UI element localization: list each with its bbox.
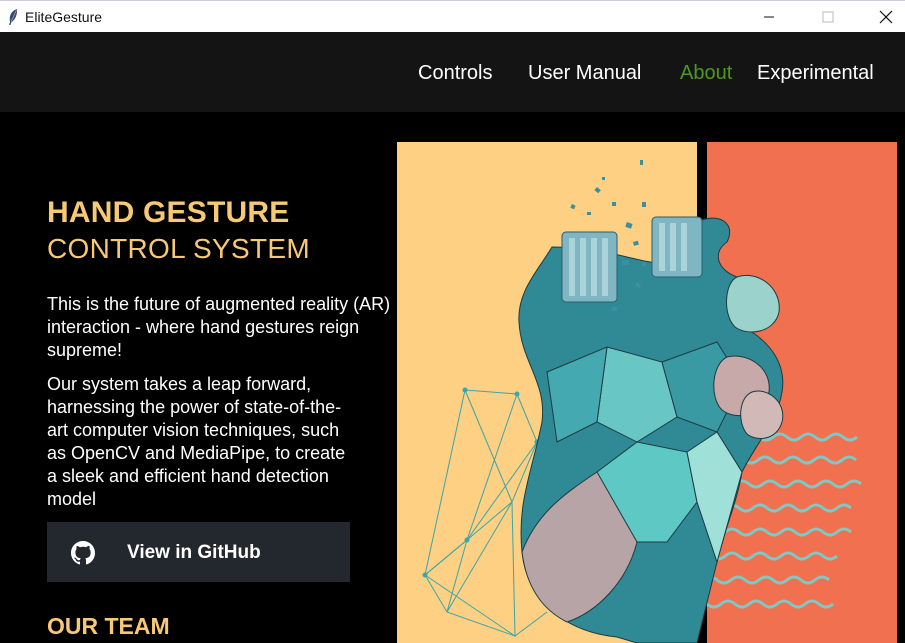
github-icon (71, 541, 95, 565)
github-button-label: View in GitHub (127, 542, 261, 563)
minimize-button[interactable] (746, 1, 792, 33)
maximize-icon (822, 11, 834, 23)
description-paragraph: Our system takes a leap forward, harness… (47, 374, 346, 509)
top-navbar: Controls User Manual About Experimental (0, 32, 905, 112)
window-titlebar: EliteGesture (0, 0, 905, 32)
intro-paragraph: This is the future of augmented reality … (47, 294, 391, 360)
hand-illustration (397, 142, 897, 643)
scrollbar[interactable] (897, 112, 905, 643)
page-title: HAND GESTURE (47, 196, 290, 229)
nav-experimental[interactable]: Experimental (757, 62, 874, 85)
nav-about[interactable]: About (680, 62, 732, 85)
minimize-icon (764, 16, 774, 18)
nav-controls[interactable]: Controls (418, 62, 492, 85)
page-subtitle: CONTROL SYSTEM (47, 233, 310, 264)
close-icon (879, 10, 893, 24)
close-button[interactable] (863, 1, 905, 33)
view-github-button[interactable]: View in GitHub (47, 522, 350, 582)
maximize-button[interactable] (805, 1, 851, 33)
team-heading: OUR TEAM (47, 613, 170, 639)
window-title: EliteGesture (25, 9, 103, 25)
feather-icon (9, 9, 18, 25)
nav-user-manual[interactable]: User Manual (528, 62, 641, 85)
